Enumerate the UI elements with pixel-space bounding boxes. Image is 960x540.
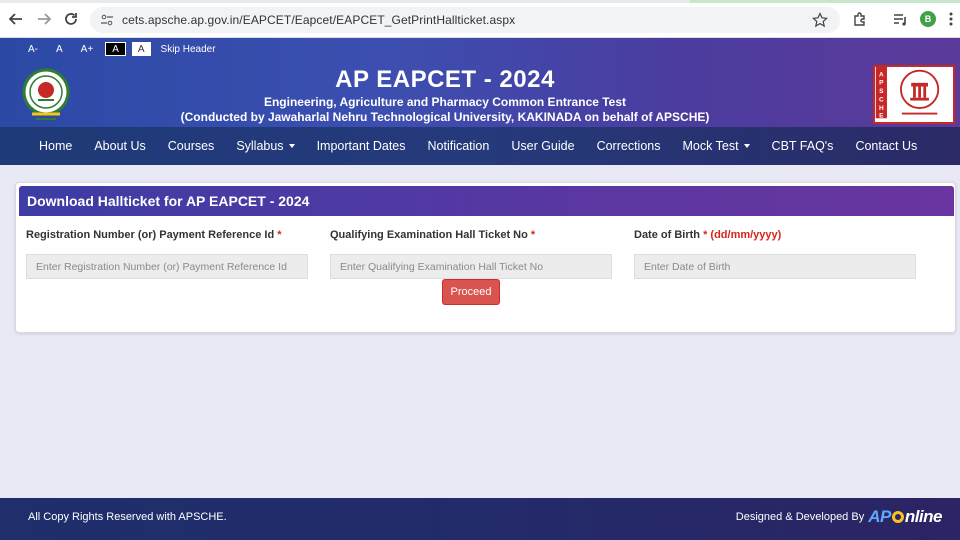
tab-strip xyxy=(0,0,960,3)
main-navigation: Home About Us Courses Syllabus Important… xyxy=(0,127,960,165)
font-normal-button[interactable]: A xyxy=(50,42,69,56)
required-marker: * xyxy=(530,229,536,241)
apsche-logo: A P S C H E xyxy=(873,65,955,124)
nav-contact-us[interactable]: Contact Us xyxy=(844,127,928,165)
apsche-logo-letter: A xyxy=(879,71,884,78)
nav-syllabus-dropdown[interactable]: Syllabus xyxy=(225,127,305,165)
nav-cbt-faqs[interactable]: CBT FAQ's xyxy=(761,127,845,165)
aponline-logo[interactable]: AP nline xyxy=(868,507,942,527)
svg-text:P: P xyxy=(879,80,884,87)
accessibility-bar: A- A A+ A A Skip Header xyxy=(22,42,216,56)
nav-mock-test-label: Mock Test xyxy=(682,139,739,153)
profile-avatar[interactable]: B xyxy=(920,11,936,27)
forward-arrow-icon[interactable] xyxy=(34,9,54,29)
registration-number-input[interactable] xyxy=(26,254,308,279)
site-header: A- A A+ A A Skip Header AP EAPCET - 2024… xyxy=(0,38,960,127)
page-subtitle: Engineering, Agriculture and Pharmacy Co… xyxy=(263,95,627,109)
hall-ticket-number-field: Qualifying Examination Hall Ticket No * xyxy=(330,229,612,279)
svg-text:H: H xyxy=(879,105,884,112)
site-info-icon[interactable] xyxy=(100,13,114,27)
menu-kebab-icon[interactable] xyxy=(946,9,956,29)
registration-number-label: Registration Number (or) Payment Referen… xyxy=(26,229,282,241)
font-decrease-button[interactable]: A- xyxy=(22,42,44,56)
date-of-birth-field: Date of Birth * (dd/mm/yyyy) xyxy=(634,229,916,279)
date-of-birth-label: Date of Birth * (dd/mm/yyyy) xyxy=(634,229,782,241)
nav-user-guide[interactable]: User Guide xyxy=(500,127,585,165)
required-marker: * xyxy=(277,229,282,241)
light-theme-button[interactable]: A xyxy=(131,42,151,56)
date-of-birth-input[interactable] xyxy=(634,254,916,279)
nav-notification[interactable]: Notification xyxy=(417,127,501,165)
conducted-by-text: (Conducted by Jawaharlal Nehru Technolog… xyxy=(180,110,710,124)
caret-down-icon xyxy=(288,144,295,148)
nav-syllabus-label: Syllabus xyxy=(236,139,284,153)
hall-ticket-number-input[interactable] xyxy=(330,254,612,279)
aponline-ring-icon xyxy=(891,511,904,523)
font-increase-button[interactable]: A+ xyxy=(75,42,100,56)
svg-text:E: E xyxy=(879,112,884,119)
back-arrow-icon[interactable] xyxy=(6,9,26,29)
proceed-button[interactable]: Proceed xyxy=(442,279,500,305)
nav-courses[interactable]: Courses xyxy=(157,127,226,165)
required-marker: * xyxy=(703,229,708,241)
date-format-hint: (dd/mm/yyyy) xyxy=(710,229,782,241)
form-heading: Download Hallticket for AP EAPCET - 2024 xyxy=(19,186,954,216)
browser-toolbar: cets.apsche.ap.gov.in/EAPCET/Eapcet/EAPC… xyxy=(0,0,960,38)
active-tab-indicator xyxy=(690,0,960,3)
copyright-text: All Copy Rights Reserved with APSCHE. xyxy=(28,511,227,523)
nav-corrections[interactable]: Corrections xyxy=(586,127,672,165)
aponline-logo-online: nline xyxy=(904,507,943,526)
svg-text:C: C xyxy=(879,96,884,103)
registration-number-field: Registration Number (or) Payment Referen… xyxy=(26,229,308,279)
site-footer: All Copy Rights Reserved with APSCHE. De… xyxy=(0,498,960,540)
nav-about-us[interactable]: About Us xyxy=(83,127,156,165)
reload-icon[interactable] xyxy=(61,9,81,29)
nav-important-dates[interactable]: Important Dates xyxy=(306,127,417,165)
nav-home[interactable]: Home xyxy=(28,127,83,165)
dark-theme-button[interactable]: A xyxy=(105,42,126,56)
caret-down-icon xyxy=(743,144,750,148)
page-title: AP EAPCET - 2024 xyxy=(335,66,555,93)
extensions-icon[interactable] xyxy=(850,9,870,29)
nav-mock-test-dropdown[interactable]: Mock Test xyxy=(672,127,761,165)
jntuk-logo xyxy=(22,66,70,124)
aponline-logo-ap: AP xyxy=(868,507,891,526)
url-text: cets.apsche.ap.gov.in/EAPCET/Eapcet/EAPC… xyxy=(122,13,516,27)
designed-by: Designed & Developed By AP nline xyxy=(735,507,943,527)
hall-ticket-number-label: Qualifying Examination Hall Ticket No * xyxy=(330,229,536,241)
media-controls-icon[interactable] xyxy=(890,9,910,29)
address-bar[interactable]: cets.apsche.ap.gov.in/EAPCET/Eapcet/EAPC… xyxy=(90,7,840,33)
skip-header-link[interactable]: Skip Header xyxy=(161,44,216,55)
header-title-block: AP EAPCET - 2024 Engineering, Agricultur… xyxy=(150,66,740,125)
svg-text:S: S xyxy=(879,88,884,95)
designed-by-text: Designed & Developed By xyxy=(735,511,865,523)
bookmark-star-icon[interactable] xyxy=(812,12,828,28)
hallticket-form-card: Download Hallticket for AP EAPCET - 2024… xyxy=(15,182,956,333)
